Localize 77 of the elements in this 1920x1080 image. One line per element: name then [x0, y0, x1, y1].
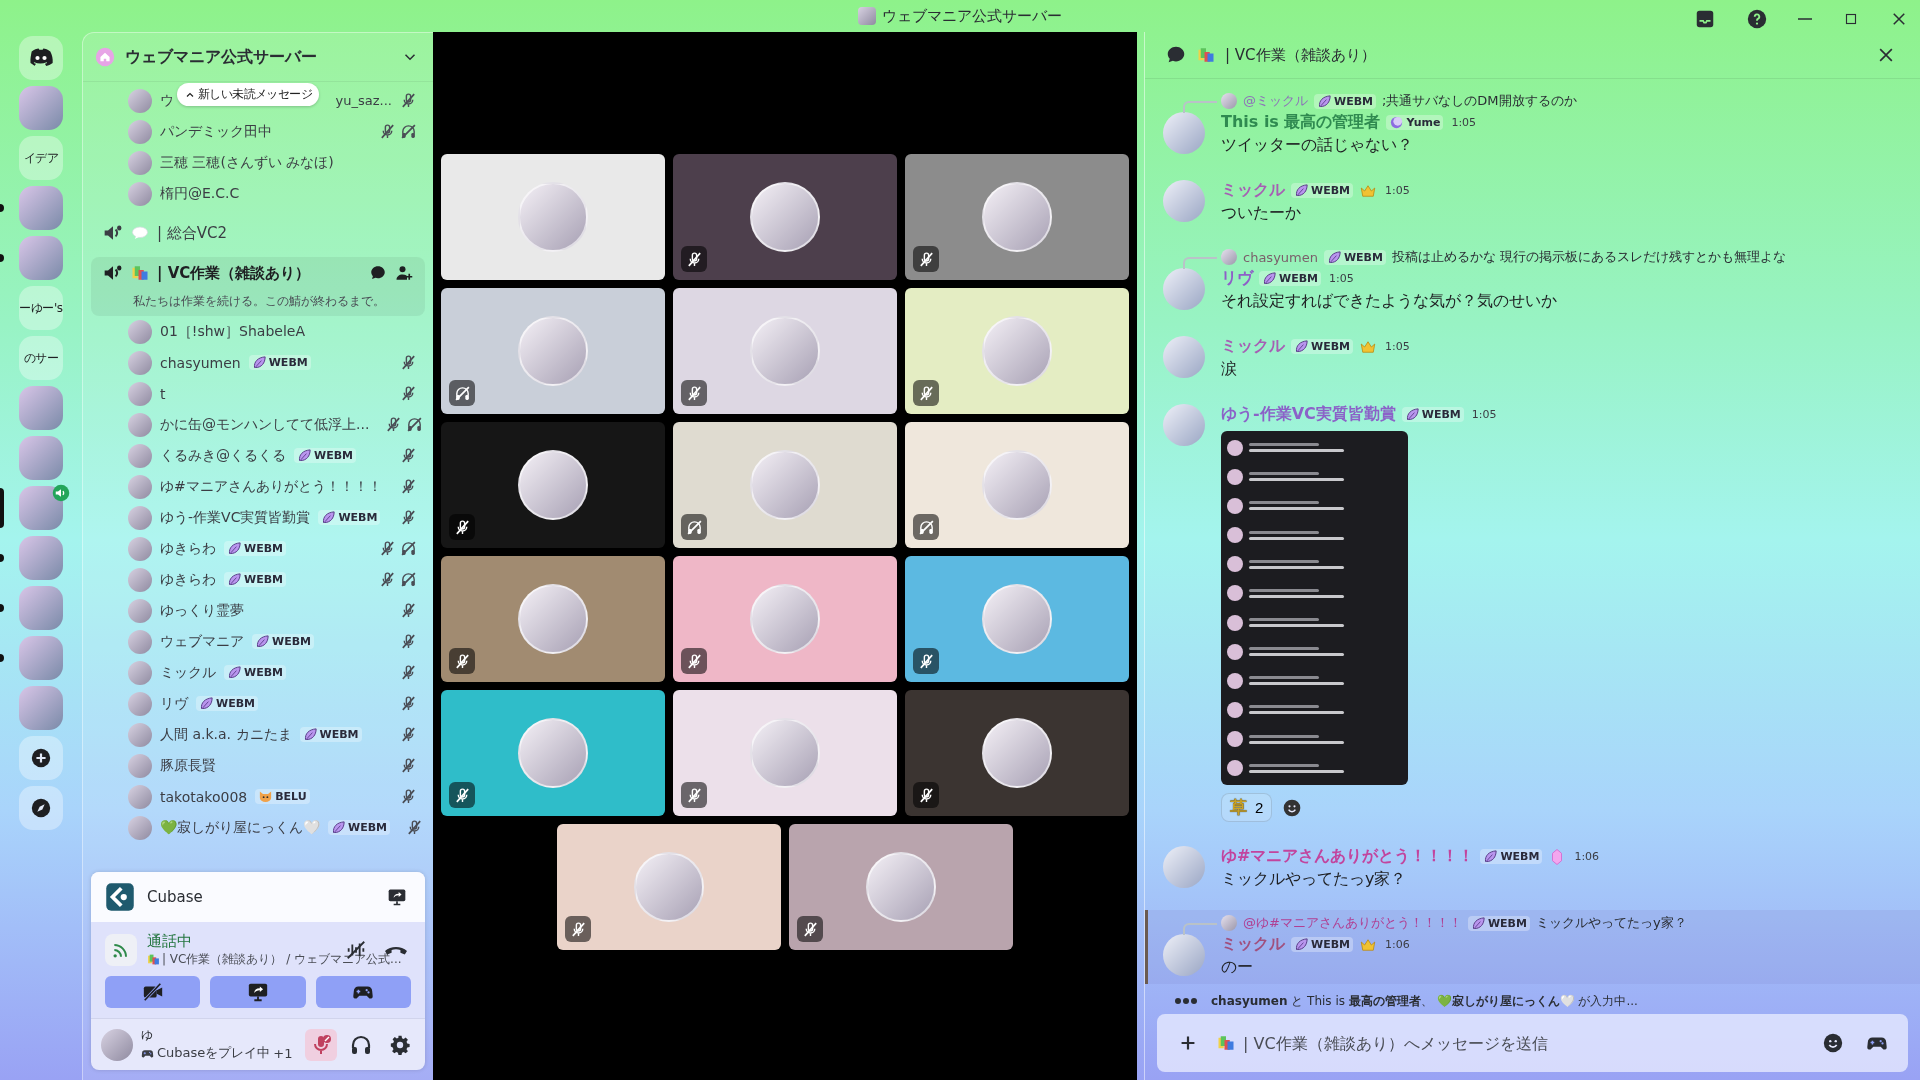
message-text: のー	[1221, 957, 1254, 978]
member-name[interactable]: くるみき@くるくる	[160, 446, 286, 465]
unread-messages-toast[interactable]: 新しい未読メッセージ	[177, 83, 319, 106]
tag-label: WEBM	[1279, 272, 1318, 285]
tag-label: WEBM	[314, 449, 353, 462]
voice-channel[interactable]: | 総合VC2	[91, 215, 425, 251]
tag-label: BELU	[275, 790, 307, 803]
timestamp: 1:05	[1385, 184, 1410, 197]
member-name[interactable]: ゆきらわ	[160, 539, 216, 558]
tag-label: WEBM	[348, 821, 387, 834]
member-name[interactable]: 豚原長賢	[160, 756, 216, 775]
server-icon[interactable]: イデア	[19, 136, 63, 180]
tag-label: WEBM	[216, 697, 255, 710]
timestamp: 1:05	[1385, 340, 1410, 353]
tag-label: Yume	[1406, 116, 1441, 129]
tag-label: WEBM	[338, 511, 378, 524]
tag-label: WEBM	[1421, 408, 1461, 421]
voice-channel[interactable]: | VC作業（雑談あり） 私たちは作業を続ける。この鯖が終わるまで。	[91, 257, 425, 316]
message-text: それ設定すればできたような気が？気のせいか	[1221, 291, 1558, 312]
reply-text[interactable]: ミックルやってたっy家？	[1535, 914, 1687, 932]
tag-label: WEBM	[1311, 184, 1350, 197]
tag-label: WEBM	[1334, 94, 1373, 108]
tag-label: WEBM	[268, 356, 308, 369]
server-name[interactable]: ウェブマニア公式サーバー	[125, 46, 391, 68]
reaction-button[interactable]: 草 2	[1221, 793, 1273, 822]
member-name[interactable]: ウェブマニア	[160, 632, 244, 651]
member-name[interactable]: 三穂 三穂(さんずい みなほ)	[160, 153, 334, 172]
message-input[interactable]: | VC作業（雑談あり）へメッセージを送信	[1241, 1032, 1804, 1054]
member-name[interactable]: ゆきらわ	[160, 570, 216, 589]
reply-author[interactable]: chasyumen	[1243, 249, 1318, 265]
user-name: ゆ	[141, 1027, 154, 1044]
tag-label: WEBM	[272, 635, 311, 648]
window-title: ウェブマニア公式サーバー	[882, 6, 1062, 26]
typing-indicator: chasyumen と This is 最高の管理者、 💚寂しがり屋にっくん🤍 が入力中...	[1211, 992, 1638, 1010]
member-name[interactable]: yu_saz...	[335, 93, 392, 108]
member-name[interactable]: takotako008	[160, 788, 248, 805]
member-name[interactable]: ミックル	[160, 663, 216, 682]
member-name[interactable]: ウ	[160, 91, 174, 110]
member-name[interactable]: ゆ#マニアさんありがとう！！！！	[160, 477, 382, 496]
tag-label: WEBM	[1500, 850, 1540, 863]
reply-text[interactable]: 投稿は止めるかな 現行の掲示板にあるスレだけ残すとかも無理よな	[1391, 248, 1787, 266]
member-name[interactable]: t	[160, 385, 166, 402]
tag-label: WEBM	[1311, 340, 1350, 353]
timestamp: 1:06	[1574, 850, 1600, 863]
tag-label: WEBM	[1487, 916, 1527, 930]
tag-label: WEBM	[319, 728, 359, 741]
timestamp: 1:05	[1329, 272, 1354, 285]
member-name[interactable]: リヴ	[160, 694, 188, 713]
member-name[interactable]: 01［!shw］ShabeleA	[160, 322, 305, 341]
member-name[interactable]: 楕円@E.C.C	[160, 184, 240, 203]
tag-label: WEBM	[1343, 250, 1383, 264]
timestamp: 1:05	[1471, 408, 1497, 421]
timestamp: 1:06	[1385, 938, 1410, 951]
activity-count: +1	[273, 1045, 293, 1061]
tag-label: WEBM	[244, 542, 283, 555]
message-text: 涙	[1221, 359, 1238, 380]
tag-label: WEBM	[244, 573, 283, 586]
server-icon[interactable]: のサー	[19, 336, 63, 380]
member-name[interactable]: かに缶@モンハンしてて低浮上...	[160, 415, 370, 434]
message-text: ミックルやってたっy家？	[1221, 869, 1408, 890]
server-icon[interactable]: ーゆー's	[19, 286, 63, 330]
user-activity: Cubaseをプレイ中	[157, 1044, 271, 1062]
member-name[interactable]: ゆっくり霊夢	[160, 601, 244, 620]
message-text: ついたーか	[1221, 203, 1302, 224]
tag-label: WEBM	[1311, 938, 1350, 951]
member-name[interactable]: chasyumen	[160, 354, 241, 371]
reply-text[interactable]: ;共通サバなしのDM開放するのか	[1382, 92, 1577, 110]
message-text: ツイッターの話じゃない？	[1221, 135, 1414, 156]
timestamp: 1:05	[1451, 116, 1477, 129]
message-field[interactable]: | VC作業（雑談あり）へメッセージを送信	[1157, 1014, 1908, 1072]
activity-name: Cubase	[147, 888, 204, 906]
chat-title: | VC作業（雑談あり）	[1225, 45, 1377, 65]
voice-status: 通話中	[147, 932, 193, 951]
member-name[interactable]: パンデミック田中	[160, 122, 272, 141]
member-name[interactable]: ゆう-作業VC実質皆勤賞	[160, 508, 311, 527]
tag-label: WEBM	[244, 666, 283, 679]
member-name[interactable]: 人間 a.k.a. カニたま	[160, 725, 292, 744]
